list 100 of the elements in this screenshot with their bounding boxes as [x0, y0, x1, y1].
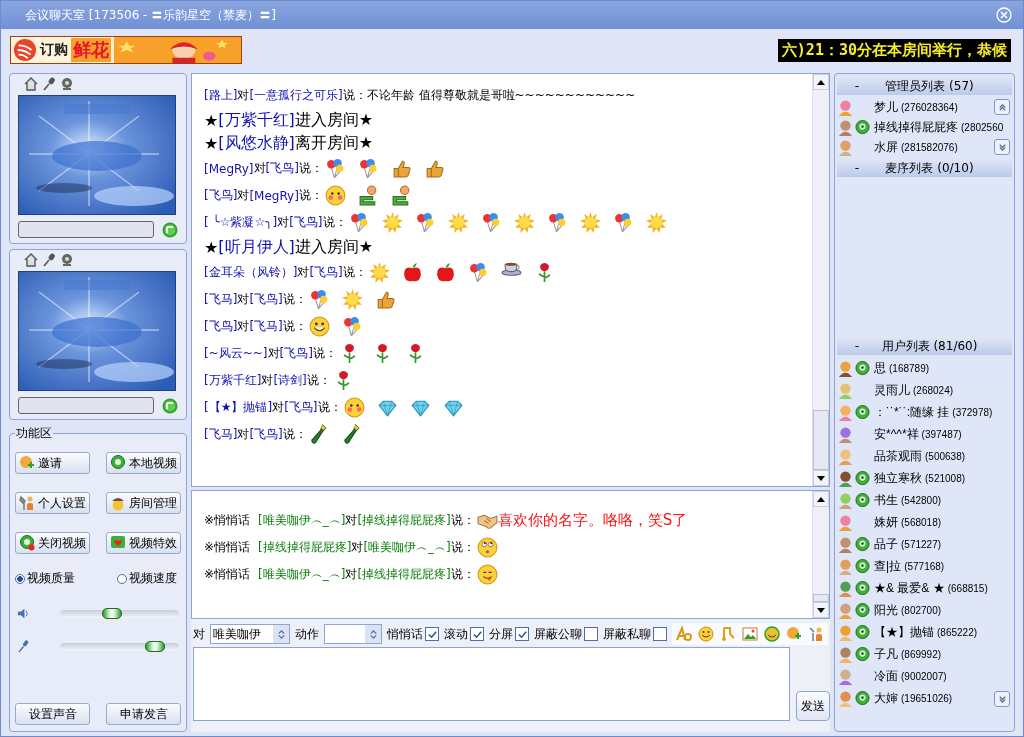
scroll-down-button[interactable]: [813, 470, 829, 486]
recipient-name[interactable]: [一意孤行之可乐]: [249, 87, 343, 104]
send-button[interactable]: 发送: [796, 691, 830, 721]
speak-button[interactable]: [162, 221, 178, 238]
member-row[interactable]: ★& 最爱& ★ (668815): [837, 577, 1012, 599]
house-icon[interactable]: [24, 77, 38, 91]
slider-thumb[interactable]: [145, 640, 166, 652]
option-checkbox[interactable]: 屏蔽私聊: [603, 625, 667, 643]
function-button[interactable]: 本地视频: [106, 452, 181, 474]
function-button[interactable]: 关闭视频: [15, 532, 90, 554]
option-checkbox[interactable]: 屏蔽公聊: [534, 625, 598, 643]
recipient-name[interactable]: [飞鸟]: [249, 291, 283, 308]
sender-name[interactable]: [~风云~~]: [204, 345, 268, 362]
function-button[interactable]: 房间管理: [106, 492, 181, 514]
scroll-thumb[interactable]: [813, 594, 829, 602]
member-row[interactable]: 安*^^*祥 (397487): [837, 423, 1012, 445]
member-row[interactable]: 冷面 (9002007): [837, 665, 1012, 687]
house-icon[interactable]: [24, 253, 38, 267]
recipient-name[interactable]: [飞鸟]: [249, 426, 283, 443]
sender-name[interactable]: [路上]: [204, 87, 238, 104]
invite-user-icon[interactable]: [786, 626, 802, 642]
image-icon[interactable]: [742, 626, 758, 642]
sender-name[interactable]: [唯美咖伊︵_︵]: [258, 512, 346, 529]
smiley-icon[interactable]: [764, 626, 780, 642]
function-button[interactable]: 邀请: [15, 452, 90, 474]
option-checkbox[interactable]: 悄悄话: [387, 625, 439, 643]
sender-name[interactable]: [万紫千红]: [204, 372, 262, 389]
member-row[interactable]: 姝妍 (568018): [837, 511, 1012, 533]
recipient-name[interactable]: [飞鸟]: [265, 160, 299, 177]
scroll-down-button[interactable]: [813, 602, 829, 618]
list-header[interactable]: - 麦序列表 (0/10): [837, 159, 1012, 177]
close-button[interactable]: [995, 6, 1013, 24]
volume-slider[interactable]: [60, 642, 179, 651]
recipient-name[interactable]: [MegRy]: [249, 188, 299, 203]
recipient-name[interactable]: [飞鸟]: [279, 345, 313, 362]
member-row[interactable]: 独立寒秋 (521008): [837, 467, 1012, 489]
sender-name[interactable]: [飞鸟]: [204, 187, 238, 204]
list-header[interactable]: - 用户列表 (81/60): [837, 337, 1012, 355]
recipient-dropdown[interactable]: 唯美咖伊: [210, 624, 290, 644]
recipient-name[interactable]: [唯美咖伊︵_︵]: [363, 539, 451, 556]
option-checkbox[interactable]: 分屏: [489, 625, 529, 643]
member-row[interactable]: 品子 (571227): [837, 533, 1012, 555]
sender-name[interactable]: [金耳朵（风铃）]: [204, 264, 298, 281]
member-row[interactable]: 水屏 (281582076): [837, 137, 1012, 157]
recipient-name[interactable]: [飞鸟]: [309, 264, 343, 281]
tools-person-icon[interactable]: [808, 626, 824, 642]
member-row[interactable]: 灵雨儿 (268024): [837, 379, 1012, 401]
member-row[interactable]: 掉线掉得屁屁疼 (2802560: [837, 117, 1012, 137]
radio-button[interactable]: 视频速度: [117, 570, 177, 587]
member-row[interactable]: 子凡 (869992): [837, 643, 1012, 665]
user-name[interactable]: [万紫千红]: [218, 110, 295, 131]
member-row[interactable]: 品茶观雨 (500638): [837, 445, 1012, 467]
speak-button[interactable]: [162, 397, 178, 414]
sender-name[interactable]: [MegRy]: [204, 161, 254, 176]
radio-button[interactable]: 视频质量: [15, 570, 75, 587]
ad-banner[interactable]: 订购 鲜花: [10, 36, 242, 64]
member-row[interactable]: ：˙˙*˙˙:随缘 挂 (372978): [837, 401, 1012, 423]
member-row[interactable]: 梦儿 (276028364): [837, 97, 1012, 117]
user-name[interactable]: [风悠水静]: [218, 133, 295, 154]
sender-name[interactable]: [ ╰☆紫凝☆╮]: [204, 214, 278, 231]
scroll-up-button[interactable]: [813, 74, 829, 90]
sender-name[interactable]: [掉线掉得屁屁疼]: [258, 539, 352, 556]
user-name[interactable]: [听月伊人]: [218, 237, 295, 258]
member-row[interactable]: 阳光 (802700): [837, 599, 1012, 621]
action-button[interactable]: 设置声音: [15, 703, 90, 725]
action-button[interactable]: 申请发言: [106, 703, 181, 725]
sender-name[interactable]: [【★】抛锚]: [204, 399, 273, 416]
microphone-icon[interactable]: [42, 253, 56, 267]
scroll-up-button[interactable]: [813, 491, 829, 507]
smiley-icon[interactable]: [698, 626, 714, 642]
volume-slider[interactable]: [60, 609, 179, 618]
recipient-name[interactable]: [掉线掉得屁屁疼]: [357, 566, 451, 583]
scrollbar[interactable]: [812, 491, 829, 618]
recipient-name[interactable]: [诗剑]: [273, 372, 307, 389]
member-row[interactable]: 【★】抛锚 (865222): [837, 621, 1012, 643]
recipient-name[interactable]: [飞鸟]: [284, 399, 318, 416]
slider-thumb[interactable]: [101, 607, 122, 619]
function-button[interactable]: 个人设置: [15, 492, 90, 514]
member-row[interactable]: 书生 (542800): [837, 489, 1012, 511]
function-button[interactable]: 视频特效: [106, 532, 181, 554]
recipient-name[interactable]: [掉线掉得屁屁疼]: [357, 512, 451, 529]
member-row[interactable]: 查|拉 (577168): [837, 555, 1012, 577]
webcam-icon[interactable]: [60, 77, 74, 91]
scroll-thumb[interactable]: [813, 410, 829, 470]
action-dropdown[interactable]: [324, 624, 382, 644]
list-header[interactable]: - 管理员列表 (57): [837, 77, 1012, 95]
recipient-name[interactable]: [飞鸟]: [289, 214, 323, 231]
microphone-icon[interactable]: [42, 77, 56, 91]
member-row[interactable]: 思 (168789): [837, 357, 1012, 379]
webcam-icon[interactable]: [60, 253, 74, 267]
sender-name[interactable]: [飞鸟]: [204, 318, 238, 335]
sender-name[interactable]: [唯美咖伊︵_︵]: [258, 566, 346, 583]
sender-name[interactable]: [飞马]: [204, 426, 238, 443]
message-input[interactable]: [193, 647, 791, 721]
sender-name[interactable]: [飞马]: [204, 291, 238, 308]
recipient-name[interactable]: [飞马]: [249, 318, 283, 335]
scrollbar[interactable]: [812, 74, 829, 486]
option-checkbox[interactable]: 滚动: [444, 625, 484, 643]
font-icon[interactable]: [676, 626, 692, 642]
member-row[interactable]: 大婶 (19651026): [837, 687, 1012, 709]
